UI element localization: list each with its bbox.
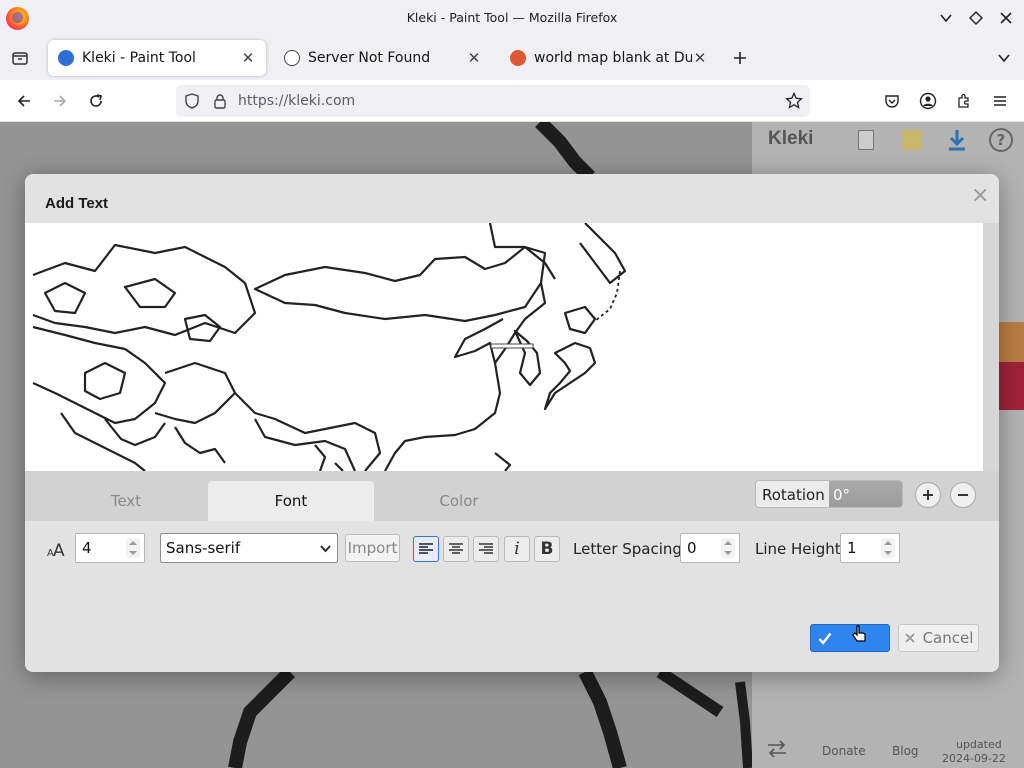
chevron-down-icon — [320, 545, 331, 553]
close-icon — [904, 633, 915, 643]
cancel-button[interactable]: Cancel — [898, 624, 979, 652]
letter-spacing-spinner[interactable] — [721, 538, 735, 558]
menu-icon[interactable] — [988, 89, 1012, 113]
close-tab-icon[interactable]: ✕ — [466, 49, 482, 67]
bold-button[interactable]: B — [534, 536, 560, 562]
bookmark-star-icon[interactable] — [782, 89, 806, 113]
tab-bar: Kleki - Paint Tool ✕ Server Not Found ✕ … — [0, 36, 1024, 80]
letter-spacing-value: 0 — [687, 539, 697, 557]
font-size-input[interactable]: 4 — [75, 533, 145, 563]
font-family-select[interactable]: Sans-serif — [160, 533, 338, 563]
tab-text[interactable]: Text — [43, 481, 209, 521]
dialog-tabs: Text Font Color Rotation 0° — [25, 471, 999, 521]
donate-link[interactable]: Donate — [822, 744, 866, 758]
tab-server-not-found[interactable]: Server Not Found ✕ — [274, 40, 492, 76]
updated-date: 2024-09-22 — [942, 752, 1006, 765]
tab-duckduckgo[interactable]: world map blank at DuckDuckGo ✕ — [500, 40, 718, 76]
checkmark-icon — [818, 632, 832, 645]
kleki-favicon — [58, 50, 74, 66]
rotation-label: Rotation — [762, 486, 825, 504]
dialog-title: Add Text — [45, 195, 109, 212]
tab-label: world map blank at DuckDuckGo — [534, 50, 692, 66]
line-height-label: Line Height — [755, 540, 841, 558]
add-text-dialog: Add Text × Text Font Color Rotation 0° A… — [25, 174, 999, 672]
rotation-slider[interactable]: Rotation 0° — [755, 480, 903, 508]
new-tab-icon[interactable] — [728, 46, 752, 70]
close-tab-icon[interactable]: ✕ — [240, 49, 256, 67]
tab-label: Server Not Found — [308, 50, 431, 66]
rotation-value: 0° — [833, 486, 851, 504]
font-size-icon: AA — [47, 539, 67, 563]
preview-scrollbar[interactable] — [983, 223, 999, 471]
list-tabs-icon[interactable] — [992, 46, 1016, 70]
map-preview-image — [32, 223, 627, 471]
back-icon[interactable] — [12, 89, 36, 113]
close-icon[interactable]: × — [971, 183, 989, 208]
shield-icon[interactable] — [180, 89, 204, 113]
url-bar[interactable]: https://kleki.com — [176, 85, 810, 117]
updated-label: updated — [956, 738, 1002, 751]
extensions-icon[interactable] — [952, 89, 976, 113]
color-swatch[interactable] — [996, 322, 1024, 362]
color-swatch[interactable] — [996, 362, 1024, 410]
close-window-icon[interactable] — [996, 8, 1016, 28]
line-height-input[interactable]: 1 — [840, 533, 900, 563]
font-settings: AA 4 Sans-serif Import i B Letter Spacin… — [25, 521, 999, 672]
tab-font[interactable]: Font — [208, 481, 374, 521]
align-center-button[interactable] — [443, 536, 469, 562]
account-icon[interactable] — [916, 89, 940, 113]
forward-icon[interactable] — [48, 89, 72, 113]
letter-spacing-input[interactable]: 0 — [680, 533, 740, 563]
tab-label: Kleki - Paint Tool — [82, 50, 196, 66]
align-right-icon — [479, 543, 493, 554]
cancel-label: Cancel — [922, 629, 974, 647]
new-image-icon[interactable] — [858, 130, 874, 150]
tab-color[interactable]: Color — [376, 481, 542, 521]
font-size-spinner[interactable] — [126, 538, 140, 558]
align-left-icon — [419, 543, 433, 554]
kleki-logo: Kleki — [768, 128, 814, 149]
window-title: Kleki - Paint Tool — Mozilla Firefox — [406, 10, 618, 25]
save-icon[interactable] — [902, 130, 922, 150]
pocket-icon[interactable] — [880, 89, 904, 113]
zoom-in-icon[interactable] — [915, 482, 941, 508]
text-preview-canvas[interactable] — [25, 223, 983, 471]
line-height-spinner[interactable] — [881, 538, 895, 558]
mouse-cursor-icon — [851, 625, 869, 649]
duckduckgo-favicon — [510, 50, 526, 66]
url-text: https://kleki.com — [238, 93, 356, 109]
help-icon[interactable]: ? — [989, 128, 1013, 152]
letter-spacing-label: Letter Spacing — [573, 540, 682, 558]
maximize-icon[interactable] — [966, 8, 986, 28]
align-center-icon — [449, 543, 463, 554]
download-icon[interactable] — [946, 128, 968, 156]
window-titlebar: Kleki - Paint Tool — Mozilla Firefox — [0, 0, 1024, 36]
svg-text:A: A — [53, 541, 65, 559]
tab-kleki[interactable]: Kleki - Paint Tool ✕ — [48, 40, 266, 76]
lock-icon[interactable] — [208, 89, 232, 113]
minimize-icon[interactable] — [936, 8, 956, 28]
reload-icon[interactable] — [84, 89, 108, 113]
rotation-slider-track[interactable]: 0° — [829, 481, 902, 507]
import-font-button[interactable]: Import — [345, 534, 400, 562]
zoom-out-icon[interactable] — [950, 482, 976, 508]
align-left-button[interactable] — [413, 536, 439, 562]
ok-button[interactable] — [810, 624, 890, 652]
info-icon — [284, 50, 300, 66]
font-size-value: 4 — [82, 539, 92, 557]
line-height-value: 1 — [847, 539, 857, 557]
navigation-bar: https://kleki.com — [0, 80, 1024, 122]
font-family-value: Sans-serif — [166, 539, 241, 557]
close-tab-icon[interactable]: ✕ — [692, 49, 708, 67]
align-right-button[interactable] — [473, 536, 499, 562]
blog-link[interactable]: Blog — [892, 744, 919, 758]
swap-icon[interactable] — [766, 740, 788, 762]
italic-button[interactable]: i — [504, 536, 530, 562]
tab-overview-icon[interactable] — [8, 46, 32, 70]
